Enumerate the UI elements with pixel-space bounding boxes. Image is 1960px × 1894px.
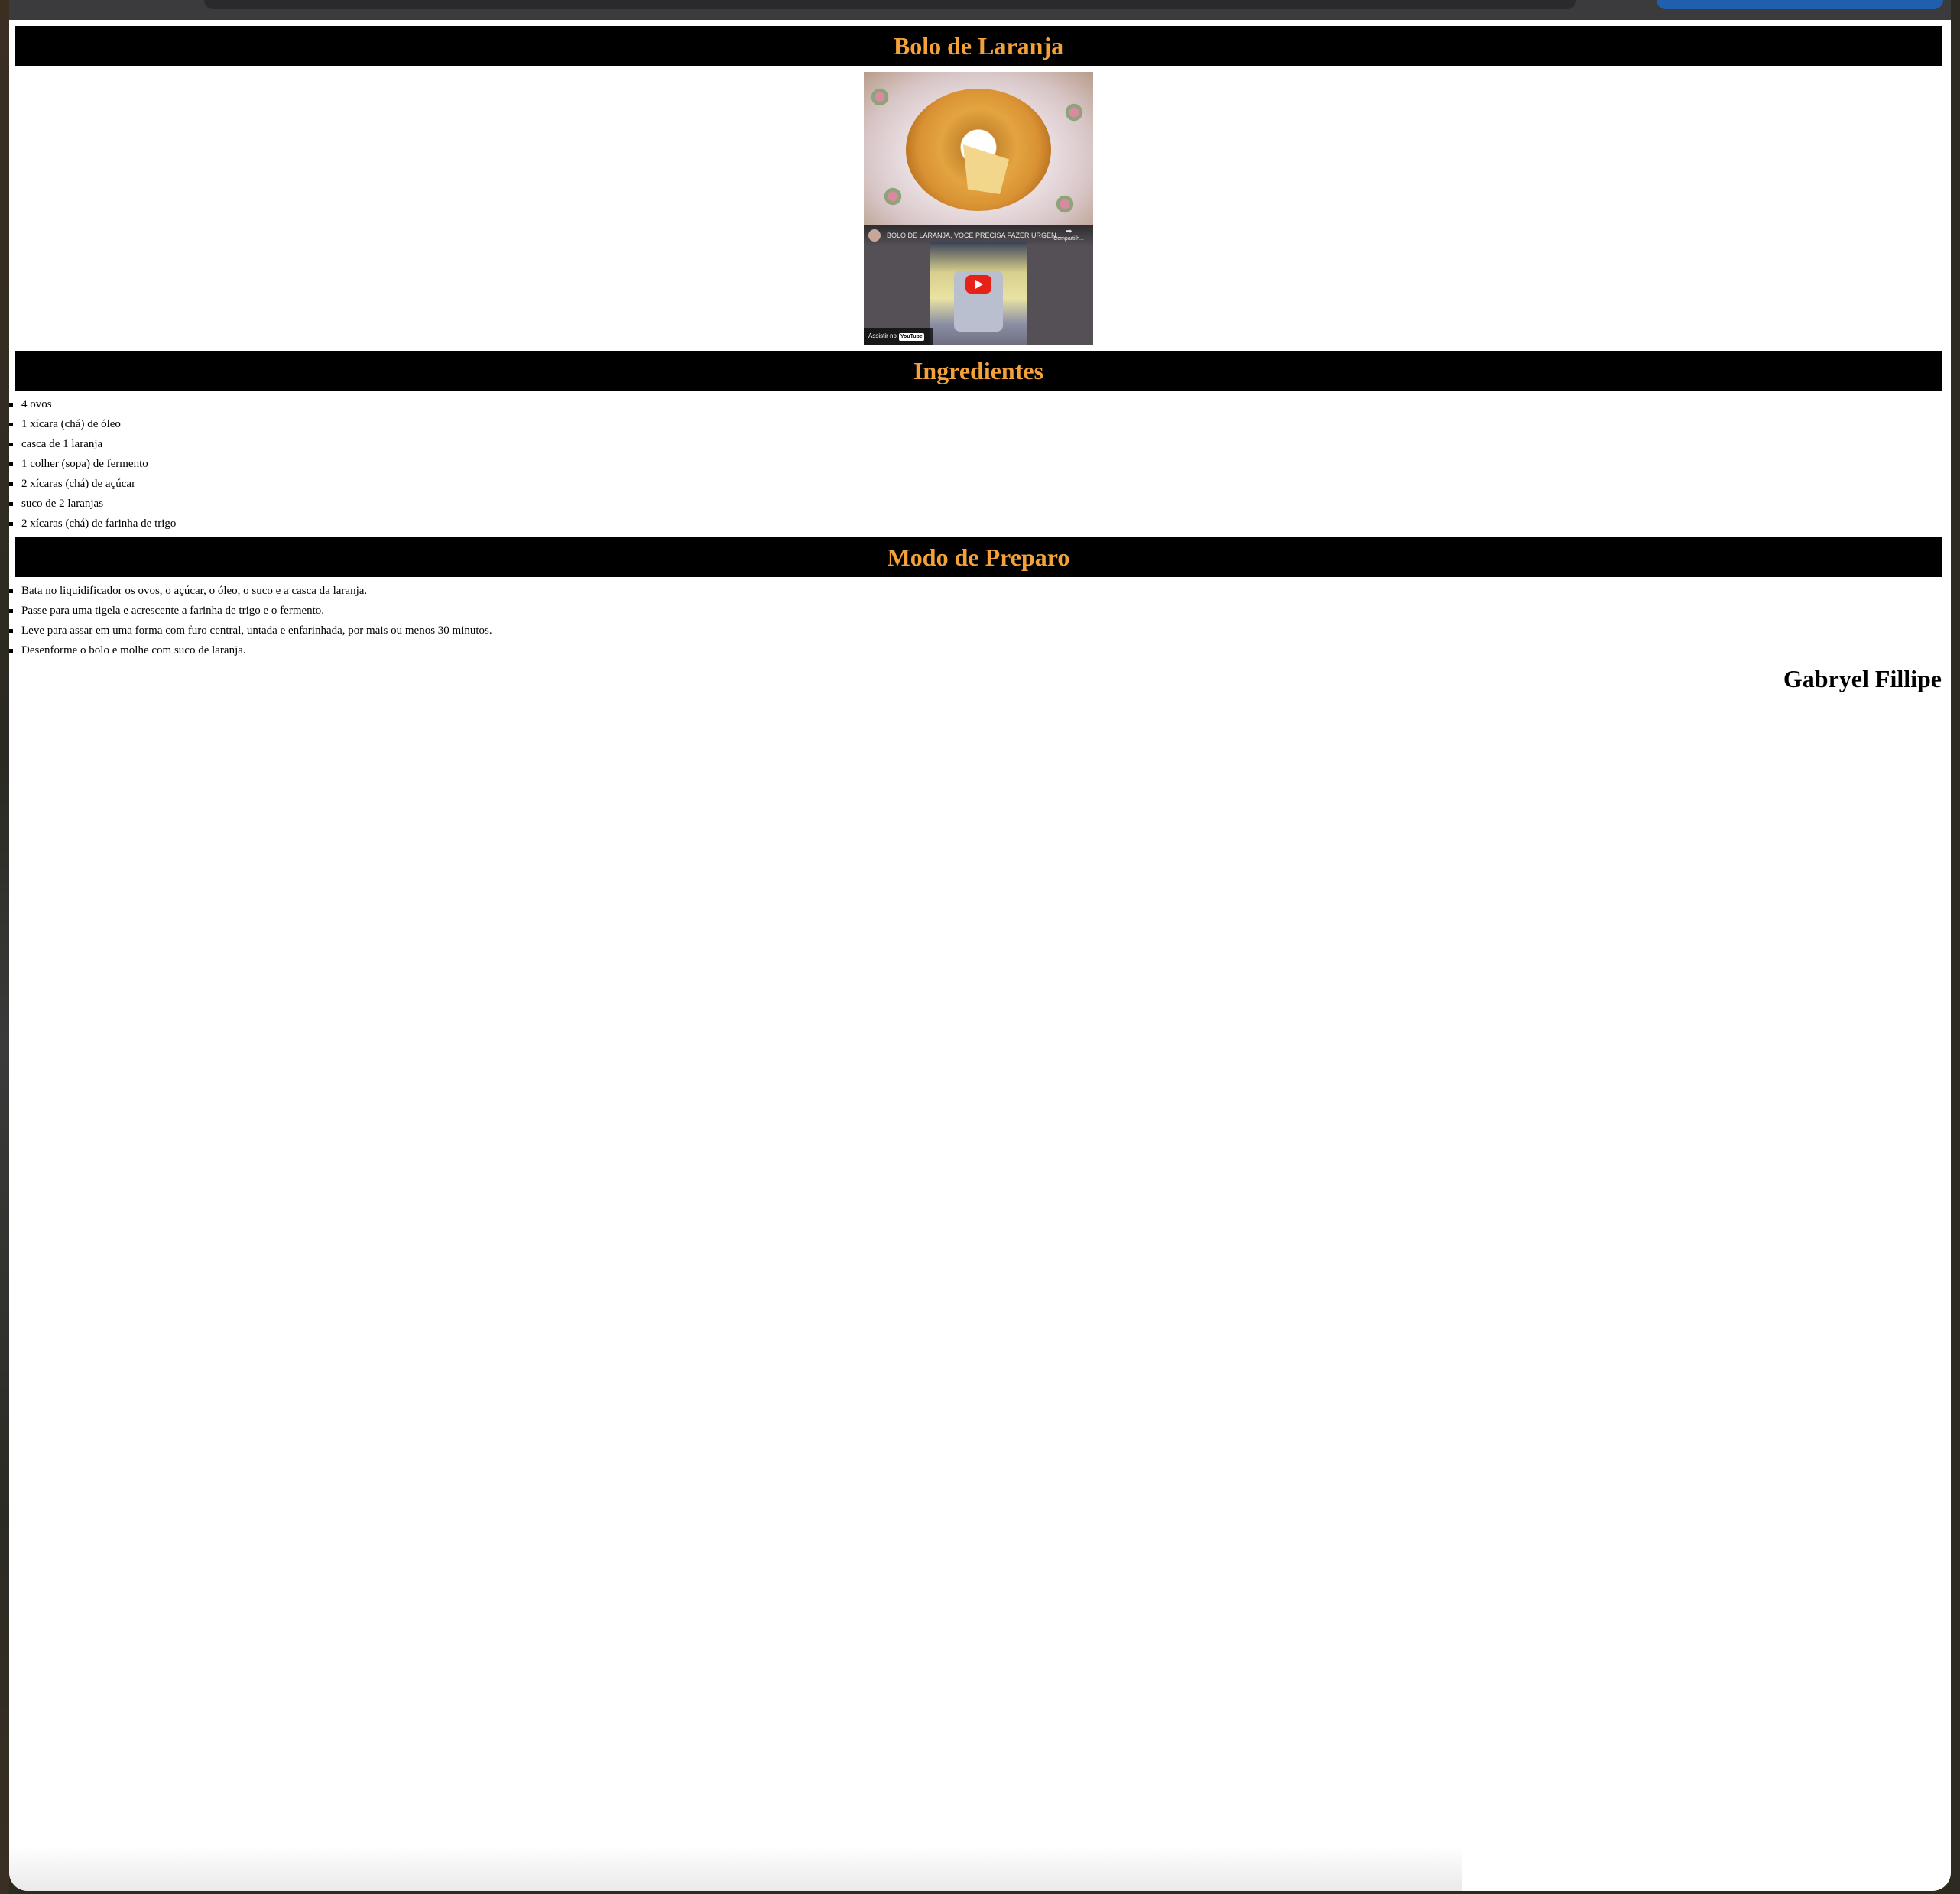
- video-title[interactable]: BOLO DE LARANJA, VOCÊ PRECISA FAZER URGE…: [887, 232, 1062, 239]
- preparation-steps-list: Bata no liquidificador os ovos, o açúcar…: [9, 581, 1942, 660]
- list-item: Leve para assar em uma forma com furo ce…: [9, 621, 1942, 641]
- toolbar-action-button[interactable]: [1657, 0, 1943, 9]
- share-arrow-icon: ➦: [1065, 227, 1072, 236]
- page-title: Bolo de Laranja: [15, 26, 1942, 66]
- watch-on-label: Assistir no: [868, 332, 897, 339]
- window-left-edge: [0, 0, 9, 1894]
- list-item: 1 xícara (chá) de óleo: [9, 414, 1942, 434]
- share-label: Compartilh...: [1053, 236, 1084, 242]
- plate-flower-decoration: [1064, 102, 1084, 122]
- bottom-shadow: [9, 1845, 1462, 1891]
- list-item: suco de 2 laranjas: [9, 494, 1942, 514]
- page-content: Bolo de Laranja BOLO DE LARANJA, VOCÊ PR…: [9, 26, 1942, 693]
- list-item: Bata no liquidificador os ovos, o açúcar…: [9, 581, 1942, 601]
- plate-flower-decoration: [870, 87, 890, 107]
- list-item: 2 xícaras (chá) de farinha de trigo: [9, 514, 1942, 533]
- list-item: Passe para uma tigela e acrescente a far…: [9, 601, 1942, 621]
- plate-flower-decoration: [1055, 194, 1075, 214]
- media-block: BOLO DE LARANJA, VOCÊ PRECISA FAZER URGE…: [864, 72, 1093, 345]
- ingredients-heading: Ingredientes: [15, 351, 1942, 391]
- list-item: casca de 1 laranja: [9, 434, 1942, 454]
- list-item: Desenforme o bolo e molhe com suco de la…: [9, 641, 1942, 660]
- list-item: 4 ovos: [9, 394, 1942, 414]
- video-top-bar: BOLO DE LARANJA, VOCÊ PRECISA FAZER URGE…: [864, 225, 1093, 246]
- cake-image: [864, 72, 1093, 225]
- preparation-heading: Modo de Preparo: [15, 537, 1942, 577]
- list-item: 2 xícaras (chá) de açúcar: [9, 474, 1942, 494]
- author-signature: Gabryel Fillipe: [1783, 665, 1942, 692]
- browser-toolbar: [9, 0, 1951, 20]
- plate-flower-decoration: [883, 186, 903, 206]
- watch-on-youtube-button[interactable]: Assistir no YouTube: [864, 328, 933, 345]
- share-button[interactable]: ➦ Compartilh...: [1052, 228, 1085, 242]
- ingredients-list: 4 ovos 1 xícara (chá) de óleo casca de 1…: [9, 394, 1942, 533]
- list-item: 1 colher (sopa) de fermento: [9, 454, 1942, 474]
- play-button-icon[interactable]: [965, 275, 991, 294]
- address-bar[interactable]: [204, 0, 1576, 9]
- page-viewport: Bolo de Laranja BOLO DE LARANJA, VOCÊ PR…: [9, 20, 1951, 1891]
- window-right-edge: [1951, 0, 1960, 1894]
- youtube-video-embed[interactable]: BOLO DE LARANJA, VOCÊ PRECISA FAZER URGE…: [864, 225, 1093, 345]
- youtube-logo-icon: YouTube: [898, 333, 924, 341]
- channel-avatar[interactable]: [868, 229, 881, 242]
